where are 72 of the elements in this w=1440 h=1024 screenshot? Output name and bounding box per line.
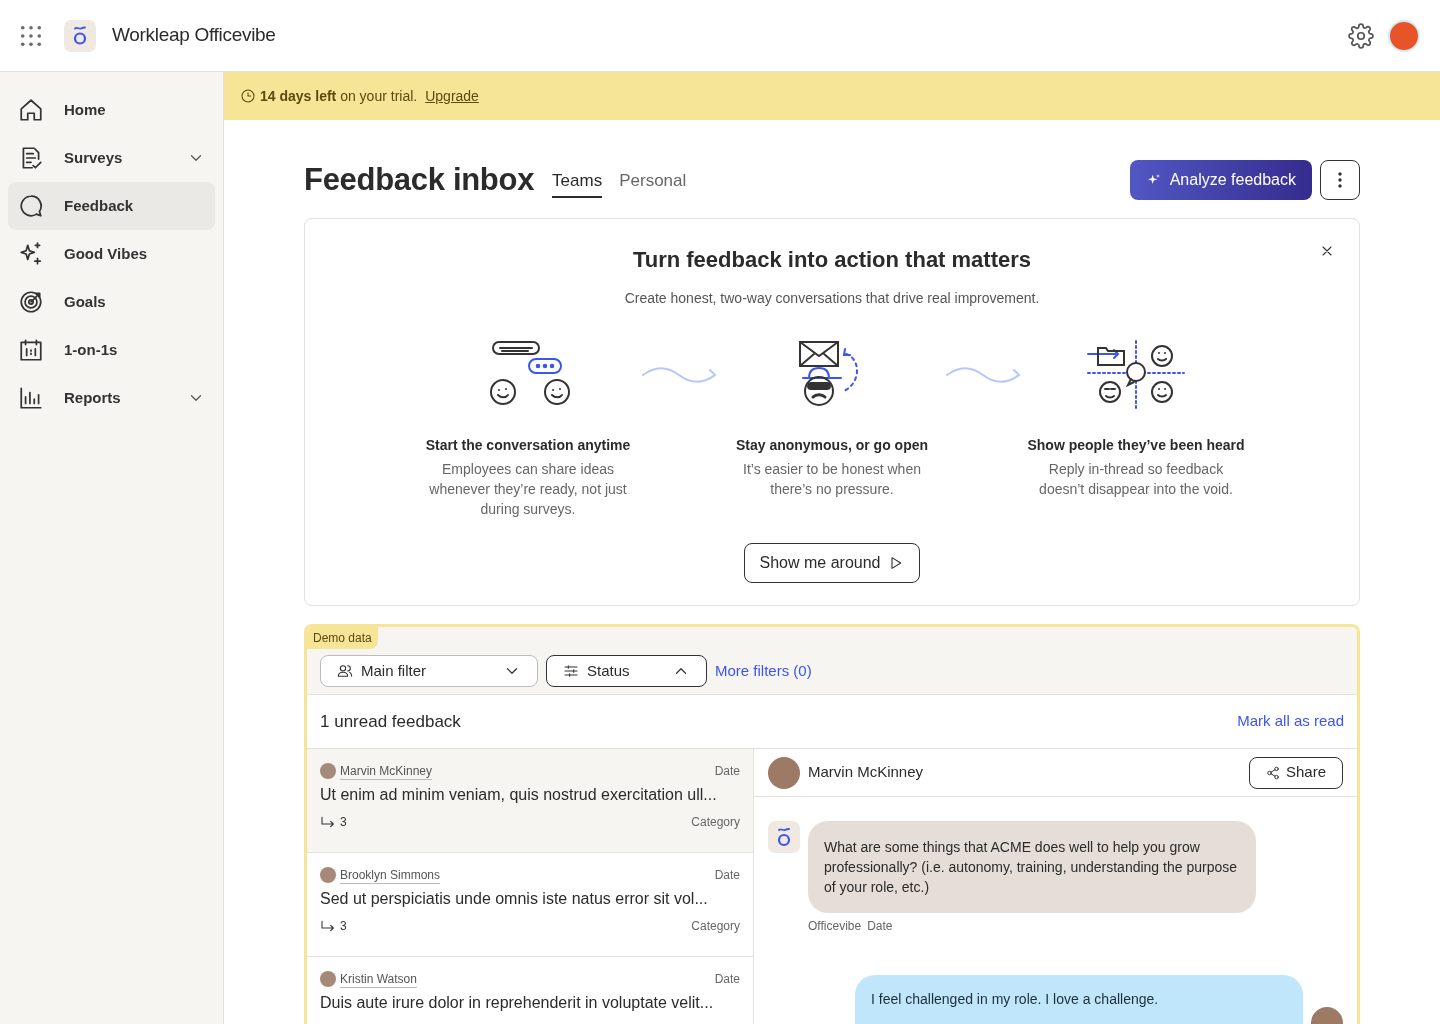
reply-bubble: I feel challenged in my role. I love a challenge. (855, 975, 1303, 1024)
conversation-author: Marvin McKinney (808, 762, 924, 783)
officevibe-logo-icon (768, 821, 800, 853)
step-description: Employees can share ideas whenever they’re ready, not just during surveys. (428, 460, 628, 519)
share-button[interactable]: Share (1248, 756, 1343, 789)
bar-chart-icon (18, 385, 44, 411)
sliders-icon (563, 663, 579, 679)
message-sender: Officevibe (808, 918, 862, 935)
page-title: Feedback inbox (304, 160, 535, 199)
feedback-preview: Duis aute irure dolor in reprehenderit in voluptate velit... (320, 993, 715, 1013)
step-description: It’s easier to be honest when there’s no pressure. (742, 460, 922, 499)
author-name[interactable]: Kristin Watson (340, 970, 417, 988)
question-bubble: What are some things that ACME does well to help you grow professionally? (i.e. autonomy, training, understanding the purpose of your role, etc.) (808, 821, 1256, 913)
author-avatar (320, 971, 336, 987)
chat-bubble-icon (18, 193, 44, 219)
card-subtitle: Create honest, two-way conversations that drive real improvement. (624, 289, 1040, 308)
step-title: Stay anonymous, or go open (735, 436, 929, 455)
analyze-feedback-button[interactable]: Analyze feedback (1129, 160, 1312, 200)
feedback-preview: Ut enim ad minim veniam, quis nostrud exercitation ull... (320, 785, 718, 805)
upgrade-link[interactable]: Upgrade (425, 85, 479, 107)
vertical-dots-icon (1338, 172, 1342, 188)
demo-data-badge: Demo data (307, 627, 378, 649)
card-title: Turn feedback into action that matters (632, 246, 1032, 274)
tab[interactable]: Personal (619, 168, 687, 198)
sidebar-item[interactable]: Good Vibes (8, 230, 215, 278)
message-date: Date (867, 918, 893, 935)
trial-message: 14 days left on your trial. (260, 86, 418, 106)
app-name: Workleap Officevibe (112, 23, 276, 48)
filter-dropdown[interactable]: Main filter (320, 655, 538, 687)
app-logo-icon (64, 19, 96, 52)
sidebar-item[interactable]: 1-on-1s (8, 326, 215, 374)
app-grid-icon[interactable] (20, 24, 42, 47)
feedback-category: Category (691, 918, 740, 935)
people-icon (337, 663, 353, 679)
step-title: Start the conversation anytime (425, 436, 631, 455)
user-avatar[interactable] (1388, 19, 1420, 52)
author-name[interactable]: Marvin McKinney (340, 762, 433, 780)
feedback-date: Date (714, 971, 740, 988)
reply-arrow-icon (320, 918, 336, 934)
author-avatar (768, 756, 800, 789)
sidebar-item[interactable]: Surveys (8, 134, 215, 182)
author-avatar (320, 867, 336, 883)
filter-dropdown[interactable]: Status (546, 655, 707, 687)
feedback-item[interactable]: Marvin McKinney Date Ut enim ad minim veniam, quis nostrud exercitation ull... 3 Category (307, 749, 753, 853)
sidebar-item[interactable]: Home (8, 86, 215, 134)
author-avatar (320, 763, 336, 779)
settings-icon[interactable] (1348, 22, 1374, 49)
more-filters-link[interactable]: More filters (0) (715, 655, 812, 687)
share-icon (1265, 765, 1280, 780)
sparkle-icon (18, 241, 44, 267)
tab[interactable]: Teams (552, 168, 603, 198)
target-icon (18, 289, 44, 315)
feedback-date: Date (714, 867, 740, 884)
step-description: Reply in-thread so feedback doesn’t disappear into the void. (1038, 460, 1234, 499)
sidebar-item[interactable]: Feedback (8, 182, 215, 230)
home-icon (18, 97, 44, 123)
feedback-category: Category (691, 814, 740, 831)
reply-arrow-icon (320, 814, 336, 830)
author-name[interactable]: Brooklyn Simmons (340, 866, 441, 884)
reply-count: 3 (340, 814, 347, 831)
clock-icon (240, 88, 256, 104)
calendar-icon (18, 337, 44, 363)
show-me-around-button[interactable]: Show me around (743, 543, 921, 583)
unread-count: 1 unread feedback (320, 710, 461, 733)
sidebar-item[interactable]: Goals (8, 278, 215, 326)
reply-count: 3 (340, 918, 347, 935)
feedback-date: Date (714, 763, 740, 780)
feedback-preview: Sed ut perspiciatis unde omnis iste natus error sit vol... (320, 889, 709, 909)
more-options-button[interactable] (1320, 160, 1360, 200)
sidebar-item[interactable]: Reports (8, 374, 215, 422)
step-title: Show people they’ve been heard (1027, 436, 1245, 455)
mark-all-read-link[interactable]: Mark all as read (1237, 710, 1344, 733)
